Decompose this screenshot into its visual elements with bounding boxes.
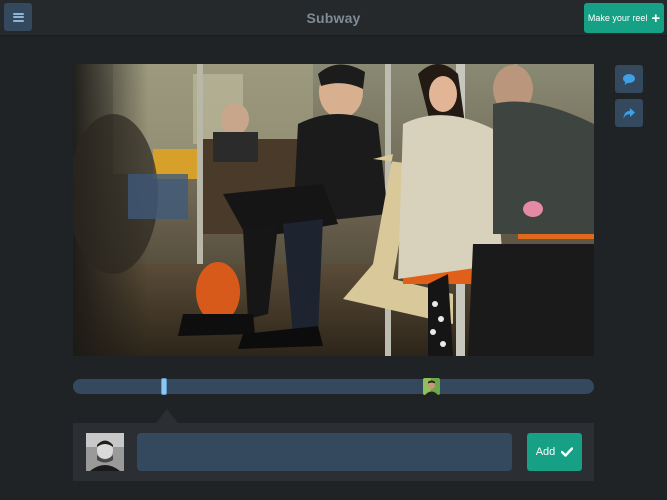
comment-pointer bbox=[156, 409, 178, 423]
share-button[interactable] bbox=[615, 99, 643, 127]
user-thumbnail-image bbox=[423, 378, 440, 395]
timeline-track[interactable] bbox=[73, 379, 594, 394]
video-player[interactable] bbox=[73, 64, 594, 356]
comment-input[interactable] bbox=[137, 433, 512, 471]
timeline-playhead[interactable] bbox=[161, 378, 167, 395]
make-reel-label: Make your reel bbox=[587, 13, 648, 23]
page-title: Subway bbox=[306, 10, 361, 26]
checkmark-icon bbox=[561, 447, 574, 457]
comment-icon bbox=[623, 73, 635, 85]
add-comment-button[interactable]: Add bbox=[527, 433, 582, 471]
share-icon bbox=[623, 107, 635, 119]
video-frame-image bbox=[73, 64, 594, 356]
comment-marker-thumbnail[interactable] bbox=[423, 378, 440, 395]
comment-button[interactable] bbox=[615, 65, 643, 93]
avatar bbox=[86, 433, 124, 471]
top-bar: Subway Make your reel + bbox=[0, 0, 667, 36]
plus-icon: + bbox=[651, 9, 661, 27]
add-label: Add bbox=[535, 446, 556, 458]
make-reel-button[interactable]: Make your reel + bbox=[584, 3, 664, 33]
